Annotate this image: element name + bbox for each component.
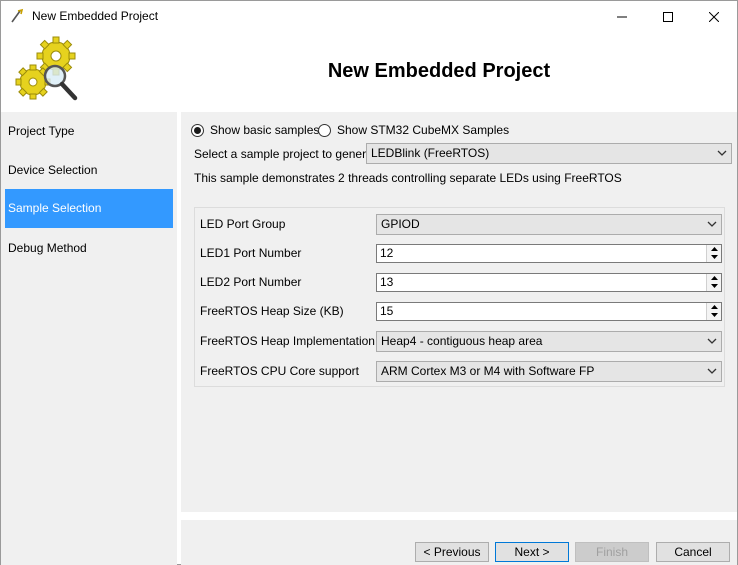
cpu-core-support-combo[interactable]: ARM Cortex M3 or M4 with Software FP [376, 361, 722, 382]
minimize-button[interactable] [599, 1, 645, 32]
new-embedded-project-window: New Embedded Project New Embedded Projec… [0, 0, 738, 565]
next-button[interactable]: Next > [495, 542, 569, 562]
step-debug-method[interactable]: Debug Method [5, 229, 173, 268]
cpu-core-support-value: ARM Cortex M3 or M4 with Software FP [381, 364, 595, 378]
param-label-led2-port: LED2 Port Number [200, 275, 302, 289]
led-port-group-value: GPIOD [381, 217, 420, 231]
close-icon [709, 11, 719, 22]
radio-basic-label: Show basic samples [210, 123, 320, 137]
step-sample-selection[interactable]: Sample Selection [5, 189, 173, 228]
close-button[interactable] [691, 1, 737, 32]
step-project-type[interactable]: Project Type [5, 112, 173, 151]
window-title: New Embedded Project [32, 9, 159, 23]
stepper-down-icon[interactable] [710, 284, 718, 288]
stepper-down-icon[interactable] [710, 255, 718, 259]
led2-port-number-value: 13 [380, 275, 394, 289]
stepper-down-icon[interactable] [710, 313, 718, 317]
heap-size-stepper[interactable]: 15 [376, 302, 722, 321]
radio-cubemx-samples[interactable]: Show STM32 CubeMX Samples [318, 123, 509, 137]
maximize-button[interactable] [645, 1, 691, 32]
stepper-buttons[interactable] [706, 245, 721, 262]
stepper-up-icon[interactable] [710, 305, 718, 309]
stepper-up-icon[interactable] [710, 247, 718, 251]
app-icon [11, 8, 24, 23]
gears-magnifier-logo [15, 36, 78, 101]
led2-port-number-stepper[interactable]: 13 [376, 273, 722, 292]
radio-cubemx-label: Show STM32 CubeMX Samples [337, 123, 510, 137]
param-label-cpu-core: FreeRTOS CPU Core support [200, 364, 359, 378]
heap-implementation-value: Heap4 - contiguous heap area [381, 334, 543, 348]
step-device-selection[interactable]: Device Selection [5, 151, 173, 190]
page-heading: New Embedded Project [327, 60, 551, 82]
radio-basic-samples[interactable]: Show basic samples [191, 123, 319, 137]
wizard-steps-sidebar: Project Type Device Selection Sample Sel… [1, 112, 177, 565]
param-label-heap-size: FreeRTOS Heap Size (KB) [200, 304, 344, 318]
sample-project-value: LEDBlink (FreeRTOS) [371, 146, 490, 160]
previous-button[interactable]: < Previous [415, 542, 489, 562]
cancel-button[interactable]: Cancel [656, 542, 730, 562]
param-label-heap-implementation: FreeRTOS Heap Implementation [200, 334, 375, 348]
param-label-led1-port: LED1 Port Number [200, 246, 302, 260]
led1-port-number-stepper[interactable]: 12 [376, 244, 722, 263]
sample-selection-panel: Show basic samples Show STM32 CubeMX Sam… [181, 112, 737, 512]
sample-description: This sample demonstrates 2 threads contr… [194, 171, 622, 185]
chevron-down-icon [707, 221, 717, 227]
heap-size-value: 15 [380, 304, 394, 318]
sample-select-label: Select a sample project to generate: [194, 147, 387, 161]
maximize-icon [663, 11, 673, 22]
chevron-down-icon [707, 368, 717, 374]
led-port-group-combo[interactable]: GPIOD [376, 214, 722, 235]
stepper-up-icon[interactable] [710, 276, 718, 280]
finish-button[interactable]: Finish [575, 542, 649, 562]
wizard-header: New Embedded Project [1, 32, 737, 112]
stepper-buttons[interactable] [706, 274, 721, 291]
chevron-down-icon [717, 150, 727, 156]
sample-project-combo[interactable]: LEDBlink (FreeRTOS) [366, 143, 732, 164]
stepper-buttons[interactable] [706, 303, 721, 320]
minimize-icon [617, 16, 627, 17]
heap-implementation-combo[interactable]: Heap4 - contiguous heap area [376, 331, 722, 352]
led1-port-number-value: 12 [380, 246, 394, 260]
param-label-led-port-group: LED Port Group [200, 217, 286, 231]
sample-parameters-group: LED Port Group GPIOD LED1 Port Number 12… [194, 207, 725, 387]
radio-button-checked[interactable] [191, 123, 204, 137]
chevron-down-icon [707, 338, 717, 344]
radio-button-unchecked[interactable] [318, 123, 331, 137]
title-bar: New Embedded Project [1, 1, 737, 32]
wizard-footer: < Previous Next > Finish Cancel [181, 520, 737, 565]
